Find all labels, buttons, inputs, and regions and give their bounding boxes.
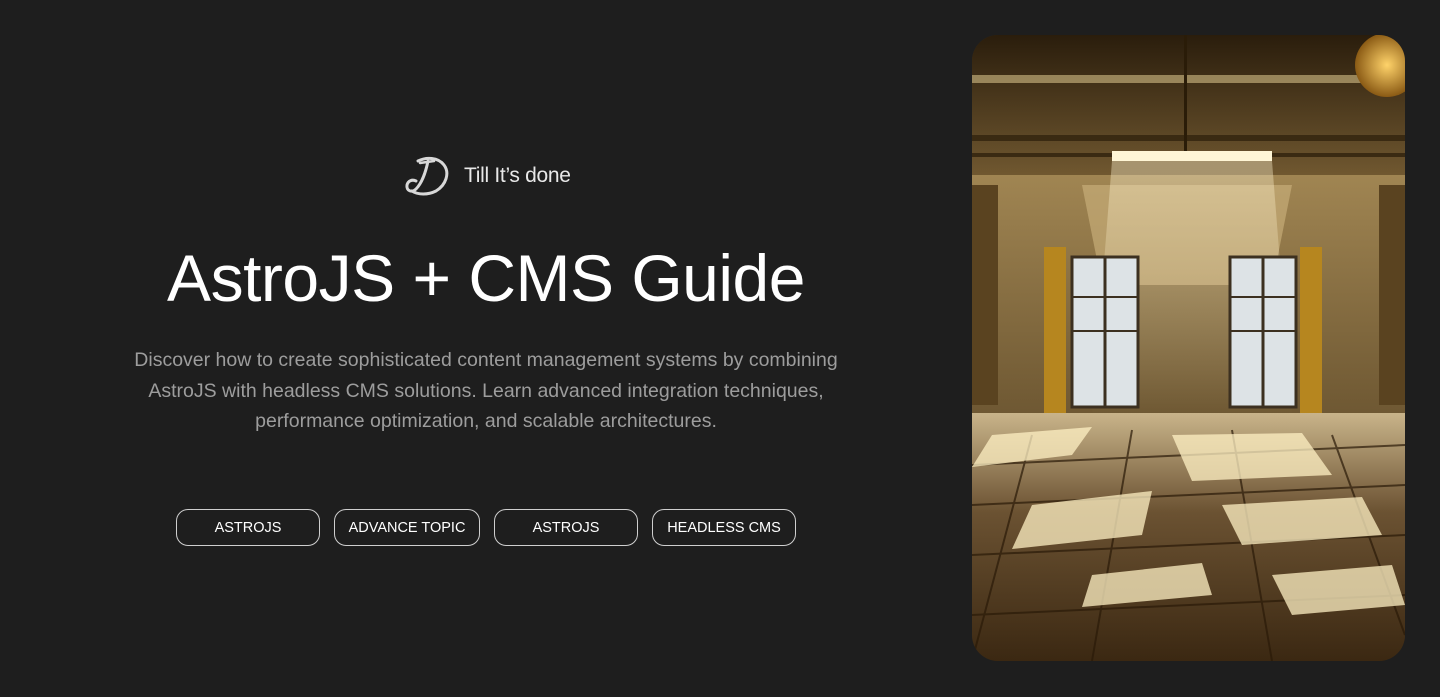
ballroom-illustration xyxy=(972,35,1405,661)
hero-content: Till It’s done AstroJS + CMS Guide Disco… xyxy=(0,0,972,697)
page-title: AstroJS + CMS Guide xyxy=(167,241,805,315)
tag-advance-topic[interactable]: ADVANCE TOPIC xyxy=(334,509,480,546)
tag-headless-cms[interactable]: HEADLESS CMS xyxy=(652,509,796,546)
hero-image xyxy=(972,35,1405,661)
brand-name: Till It’s done xyxy=(464,164,571,187)
brand-monogram-icon xyxy=(404,155,450,197)
tag-list: ASTROJS ADVANCE TOPIC ASTROJS HEADLESS C… xyxy=(176,509,796,546)
tag-astrojs[interactable]: ASTROJS xyxy=(176,509,320,546)
page-description: Discover how to create sophisticated con… xyxy=(134,349,838,432)
brand[interactable]: Till It’s done xyxy=(404,154,571,198)
tag-astrojs-2[interactable]: ASTROJS xyxy=(494,509,638,546)
